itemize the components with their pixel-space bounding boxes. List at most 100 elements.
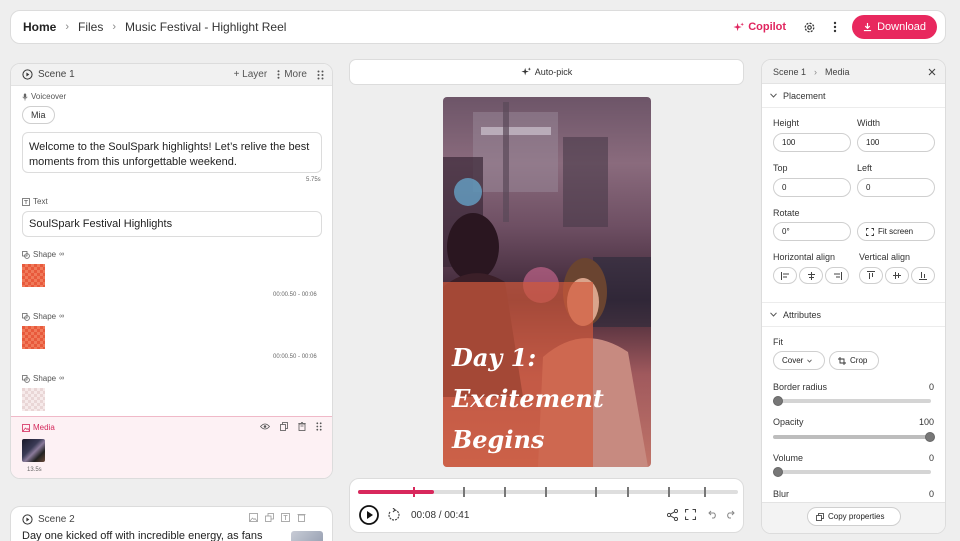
video-preview[interactable]: Day 1: Excitement Begins — [443, 97, 651, 467]
shape-1-label-text: Shape — [33, 250, 57, 259]
share-icon[interactable] — [667, 509, 678, 521]
delete-icon[interactable] — [297, 513, 306, 522]
fit-screen-icon — [866, 227, 874, 236]
top-input[interactable]: 0 — [773, 178, 851, 197]
link-icon: ∞ — [59, 313, 65, 320]
drag-handle-icon[interactable] — [317, 70, 324, 80]
chevron-down-icon — [770, 312, 777, 317]
placement-section-toggle[interactable]: Placement — [762, 84, 945, 108]
chevron-right-icon: › — [112, 21, 117, 33]
delete-icon[interactable] — [298, 422, 306, 431]
shape-1-label: Shape ∞ — [22, 250, 64, 259]
replay-icon[interactable] — [387, 508, 401, 522]
shape-1-thumbnail[interactable] — [22, 264, 45, 287]
shape-3-label: Shape ∞ — [22, 374, 64, 383]
media-layer-row[interactable]: Media 13.5s — [11, 416, 332, 478]
more-vertical-icon[interactable] — [826, 18, 844, 36]
scene-2-title: Scene 2 — [38, 514, 75, 525]
width-input[interactable]: 100 — [857, 133, 935, 152]
height-input[interactable]: 100 — [773, 133, 851, 152]
auto-pick-label: Auto-pick — [534, 67, 573, 77]
media-thumbnail[interactable] — [22, 439, 45, 462]
play-circle-icon[interactable] — [22, 514, 33, 525]
copilot-button[interactable]: Copilot — [733, 21, 786, 33]
volume-slider[interactable] — [773, 467, 931, 477]
fit-select[interactable]: Cover — [773, 351, 825, 370]
align-bottom-button[interactable] — [911, 267, 935, 284]
shape-2-thumbnail[interactable] — [22, 326, 45, 349]
download-label: Download — [877, 21, 926, 33]
voiceover-duration: 5.75s — [306, 177, 321, 183]
total-time: 00:41 — [444, 510, 470, 521]
fit-label: Fit — [773, 337, 783, 347]
timeline-marker — [463, 487, 465, 497]
properties-breadcrumb-item: Media — [825, 66, 850, 77]
eye-icon[interactable] — [260, 423, 270, 430]
breadcrumb-home[interactable]: Home — [23, 20, 56, 34]
align-middle-icon — [893, 272, 901, 279]
play-circle-icon[interactable] — [22, 69, 33, 80]
scene-1-header: Scene 1 + Layer More — [11, 64, 332, 86]
border-radius-value: 0 — [928, 382, 934, 392]
slider-knob[interactable] — [773, 396, 783, 406]
image-icon[interactable] — [249, 513, 258, 522]
copy-properties-button[interactable]: Copy properties — [807, 507, 901, 526]
crop-icon — [838, 356, 846, 365]
align-right-button[interactable] — [825, 267, 849, 284]
fullscreen-icon[interactable] — [685, 509, 696, 520]
video-title-line-2: Excitement — [452, 384, 604, 413]
text-layer-input[interactable]: SoulSpark Festival Highlights — [22, 211, 322, 237]
duplicate-icon[interactable] — [280, 422, 288, 431]
align-left-button[interactable] — [773, 267, 797, 284]
left-label: Left — [857, 163, 873, 173]
placement-title: Placement — [783, 90, 826, 101]
align-center-button[interactable] — [799, 267, 823, 284]
left-input[interactable]: 0 — [857, 178, 935, 197]
play-button-icon[interactable] — [359, 505, 379, 525]
height-label: Height — [773, 118, 800, 128]
align-middle-button[interactable] — [885, 267, 909, 284]
scene-2-script[interactable]: Day one kicked off with incredible energ… — [22, 530, 263, 541]
align-left-icon — [780, 271, 789, 280]
breadcrumb-project[interactable]: Music Festival - Highlight Reel — [125, 20, 286, 34]
scene-2-panel[interactable]: Scene 2 Day one kicked off with incredib… — [10, 506, 333, 541]
text-box-icon[interactable] — [281, 513, 290, 522]
blur-value: 0 — [928, 489, 934, 499]
breadcrumb-files[interactable]: Files — [78, 20, 103, 34]
align-top-button[interactable] — [859, 267, 883, 284]
slider-knob[interactable] — [925, 432, 935, 442]
add-layer-button[interactable]: + Layer — [234, 69, 268, 80]
playback-time: 00:08 / 00:41 — [411, 510, 469, 521]
undo-icon[interactable] — [708, 510, 718, 519]
border-radius-slider[interactable] — [773, 396, 931, 406]
settings-gear-icon[interactable] — [800, 18, 818, 36]
timeline-track[interactable] — [358, 487, 738, 497]
close-icon[interactable] — [928, 68, 936, 76]
opacity-slider[interactable] — [773, 432, 935, 442]
scene-2-thumbnail[interactable] — [291, 531, 323, 541]
voice-selector-chip[interactable]: Mia — [22, 106, 55, 124]
microphone-icon — [22, 93, 28, 100]
attributes-section-toggle[interactable]: Attributes — [762, 303, 945, 327]
fit-screen-button[interactable]: Fit screen — [857, 222, 935, 241]
drag-handle-icon[interactable] — [316, 422, 322, 431]
chevron-right-icon: › — [814, 66, 818, 77]
player-controls: 00:08 / 00:41 — [349, 478, 744, 533]
more-label: More — [284, 69, 307, 80]
shape-3-thumbnail[interactable] — [22, 388, 45, 411]
align-center-h-icon — [807, 271, 815, 280]
chevron-down-icon — [807, 359, 813, 363]
properties-breadcrumb-scene[interactable]: Scene 1 — [773, 67, 806, 77]
text-section-label: Text — [22, 197, 48, 206]
slider-knob[interactable] — [773, 467, 783, 477]
rotate-input[interactable]: 0° — [773, 222, 851, 241]
auto-pick-button[interactable]: Auto-pick — [349, 59, 744, 85]
voiceover-script-input[interactable]: Welcome to the SoulSpark highlights! Let… — [22, 132, 322, 173]
more-button[interactable]: More — [277, 69, 307, 80]
link-icon: ∞ — [59, 251, 65, 258]
download-button[interactable]: Download — [852, 15, 937, 39]
text-box-icon — [22, 197, 30, 206]
duplicate-icon[interactable] — [265, 513, 274, 522]
redo-icon[interactable] — [725, 510, 735, 519]
crop-button[interactable]: Crop — [829, 351, 879, 370]
